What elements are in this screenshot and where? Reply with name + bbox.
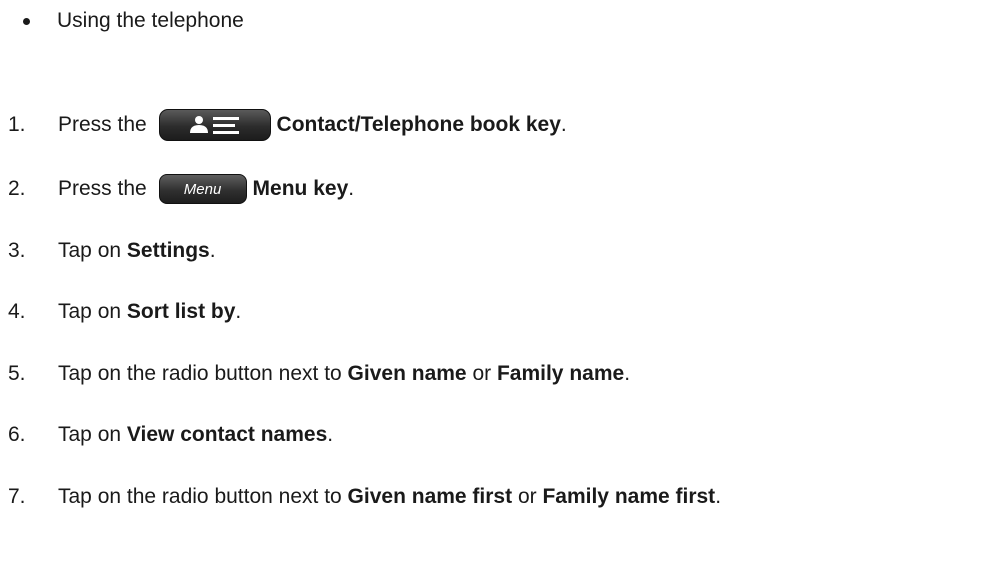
step-bold-text: Contact/Telephone book key (276, 113, 561, 136)
step-bold-text-2: Family name first (542, 485, 716, 508)
step-number: 4. (8, 300, 26, 323)
menu-key-label: Menu (183, 180, 222, 198)
step-bold-text: Given name first (347, 485, 513, 508)
step-bold-text-2: Family name (496, 362, 625, 385)
step-2: 2. Press the Menu Menu key . (8, 172, 354, 206)
step-bold-text: Sort list by (126, 300, 236, 323)
step-punctuation: . (235, 300, 242, 323)
step-punctuation: . (560, 113, 567, 136)
step-number: 5. (8, 362, 26, 385)
step-text: Tap on (58, 239, 127, 262)
step-1: 1. Press the Contact/Telephone book key … (8, 108, 567, 142)
step-connector: or (466, 362, 497, 385)
step-4: 4. Tap on Sort list by . (8, 295, 241, 329)
step-punctuation: . (715, 485, 722, 508)
step-7: 7. Tap on the radio button next to Given… (8, 480, 721, 514)
step-text: Tap on (58, 423, 127, 446)
step-3: 3. Tap on Settings . (8, 234, 216, 268)
step-number: 1. (8, 113, 26, 136)
step-number: 3. (8, 239, 26, 262)
bullet-icon (23, 17, 30, 25)
step-6: 6. Tap on View contact names . (8, 418, 333, 452)
step-punctuation: . (348, 177, 355, 200)
step-text: Press the (58, 177, 153, 200)
intro-bullet-item: Using the telephone (22, 6, 244, 36)
step-text: Press the (58, 113, 153, 136)
step-text: Tap on the radio button next to (58, 485, 348, 508)
step-text: Tap on (58, 300, 127, 323)
step-number: 2. (8, 177, 26, 200)
menu-key-icon: Menu (158, 174, 247, 204)
step-number: 7. (8, 485, 26, 508)
step-bold-text: View contact names (126, 423, 328, 446)
step-bold-text: Given name (347, 362, 467, 385)
step-5: 5. Tap on the radio button next to Given… (8, 357, 630, 391)
step-connector: or (512, 485, 543, 508)
step-number: 6. (8, 423, 26, 446)
step-punctuation: . (209, 239, 216, 262)
step-bold-text: Settings (126, 239, 210, 262)
step-bold-text: Menu key (252, 177, 349, 200)
step-text: Tap on the radio button next to (58, 362, 348, 385)
step-punctuation: . (624, 362, 631, 385)
contact-book-key-icon (158, 109, 271, 141)
step-punctuation: . (327, 423, 334, 446)
intro-bullet-text: Using the telephone (57, 9, 244, 32)
